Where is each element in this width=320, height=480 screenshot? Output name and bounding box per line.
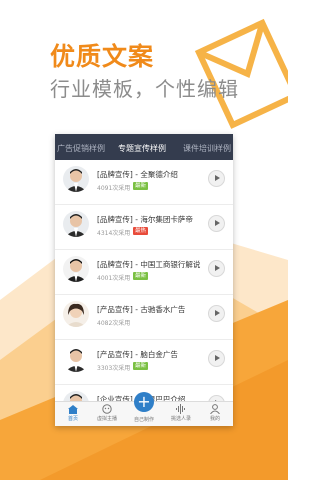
list-item[interactable]: [产品宣传] - 脑白金广告 3303次采用 最新 (55, 340, 233, 385)
play-icon[interactable] (208, 350, 225, 367)
item-title: [品牌宣传] - 中国工商银行解说 (97, 260, 201, 269)
item-count: 3303次采用 (97, 365, 131, 372)
item-count: 4001次采用 (97, 275, 131, 282)
hero-subtitle: 行业模板，个性编辑 (50, 77, 239, 101)
play-icon[interactable] (208, 215, 225, 232)
plus-icon[interactable]: + (134, 392, 154, 412)
item-title: [产品宣传] - 古驰香水广告 (97, 305, 186, 314)
item-title: [产品宣传] - 脑白金广告 (97, 350, 178, 359)
status-badge: 最新 (133, 272, 149, 280)
tab-topic-promo[interactable]: 专题宣传样例 (118, 143, 166, 154)
category-tabs: 广告促销样例 专题宣传样例 课件培训样例 (55, 134, 233, 160)
item-count: 4314次采用 (97, 230, 131, 237)
status-badge: 最新 (133, 182, 149, 190)
nav-virtual-anchor[interactable]: 虚拟主播 (89, 404, 125, 422)
home-icon (68, 405, 78, 414)
avatar (63, 256, 89, 282)
tab-ad-promo[interactable]: 广告促销样例 (57, 143, 105, 154)
nav-home[interactable]: 首页 (55, 404, 91, 422)
nav-create[interactable]: 自己制作 (126, 415, 162, 423)
play-icon[interactable] (208, 305, 225, 322)
avatar (63, 346, 89, 372)
nav-mine[interactable]: 我的 (197, 404, 233, 422)
nav-label: 我的 (209, 416, 220, 422)
bottom-navigation: 首页 虚拟主播 + 自己制作 挑选人录 我的 (55, 392, 233, 426)
nav-select[interactable]: 挑选人录 (163, 404, 199, 422)
avatar (63, 301, 89, 327)
item-title: [品牌宣传] - 全聚德介绍 (97, 170, 178, 179)
item-count: 4082次采用 (97, 320, 131, 327)
avatar (63, 166, 89, 192)
phone-mockup: 广告促销样例 专题宣传样例 课件培训样例 [品牌宣传] - 全聚德介绍 4091… (55, 134, 233, 426)
hero-title: 优质文案 (50, 42, 155, 71)
nav-label: 首页 (67, 416, 78, 422)
nav-label: 虚拟主播 (96, 416, 117, 422)
user-icon (210, 404, 220, 414)
play-icon[interactable] (208, 170, 225, 187)
list-item[interactable]: [产品宣传] - 古驰香水广告 4082次采用 (55, 295, 233, 340)
audio-icon (176, 404, 185, 414)
status-badge: 最热 (133, 227, 149, 235)
list-item[interactable]: [品牌宣传] - 中国工商银行解说 4001次采用 最新 (55, 250, 233, 295)
anchor-icon (102, 404, 112, 414)
template-list: [品牌宣传] - 全聚德介绍 4091次采用 最新 [品牌宣传] - 海尔集团卡… (55, 160, 233, 402)
list-item[interactable]: [品牌宣传] - 全聚德介绍 4091次采用 最新 (55, 160, 233, 205)
avatar (63, 211, 89, 237)
nav-label: 挑选人录 (170, 416, 191, 422)
play-icon[interactable] (208, 260, 225, 277)
list-item[interactable]: [品牌宣传] - 海尔集团卡萨帝 4314次采用 最热 (55, 205, 233, 250)
nav-label: 自己制作 (133, 417, 154, 423)
item-count: 4091次采用 (97, 185, 131, 192)
item-title: [品牌宣传] - 海尔集团卡萨帝 (97, 215, 193, 224)
status-badge: 最新 (133, 362, 149, 370)
tab-courseware[interactable]: 课件培训样例 (183, 143, 231, 154)
